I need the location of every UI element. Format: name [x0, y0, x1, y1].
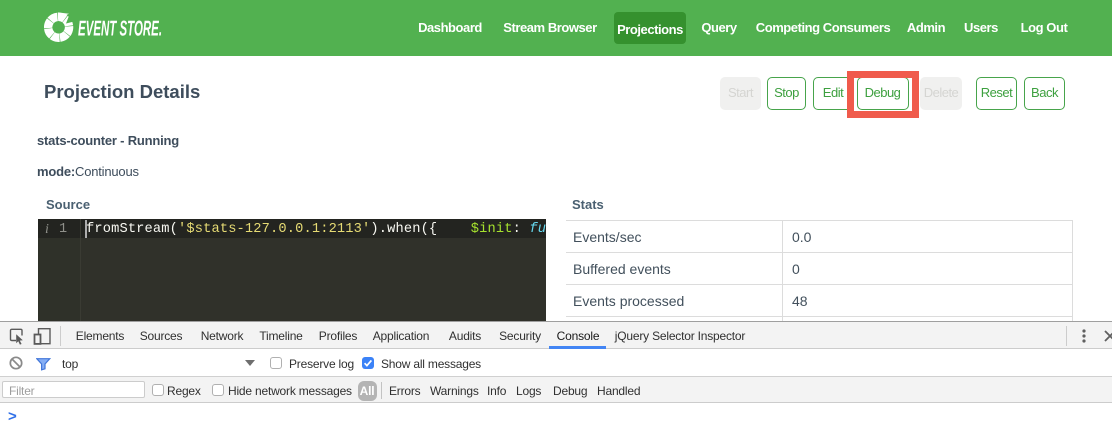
svg-text:EVENT STORE.: EVENT STORE. — [78, 17, 162, 41]
